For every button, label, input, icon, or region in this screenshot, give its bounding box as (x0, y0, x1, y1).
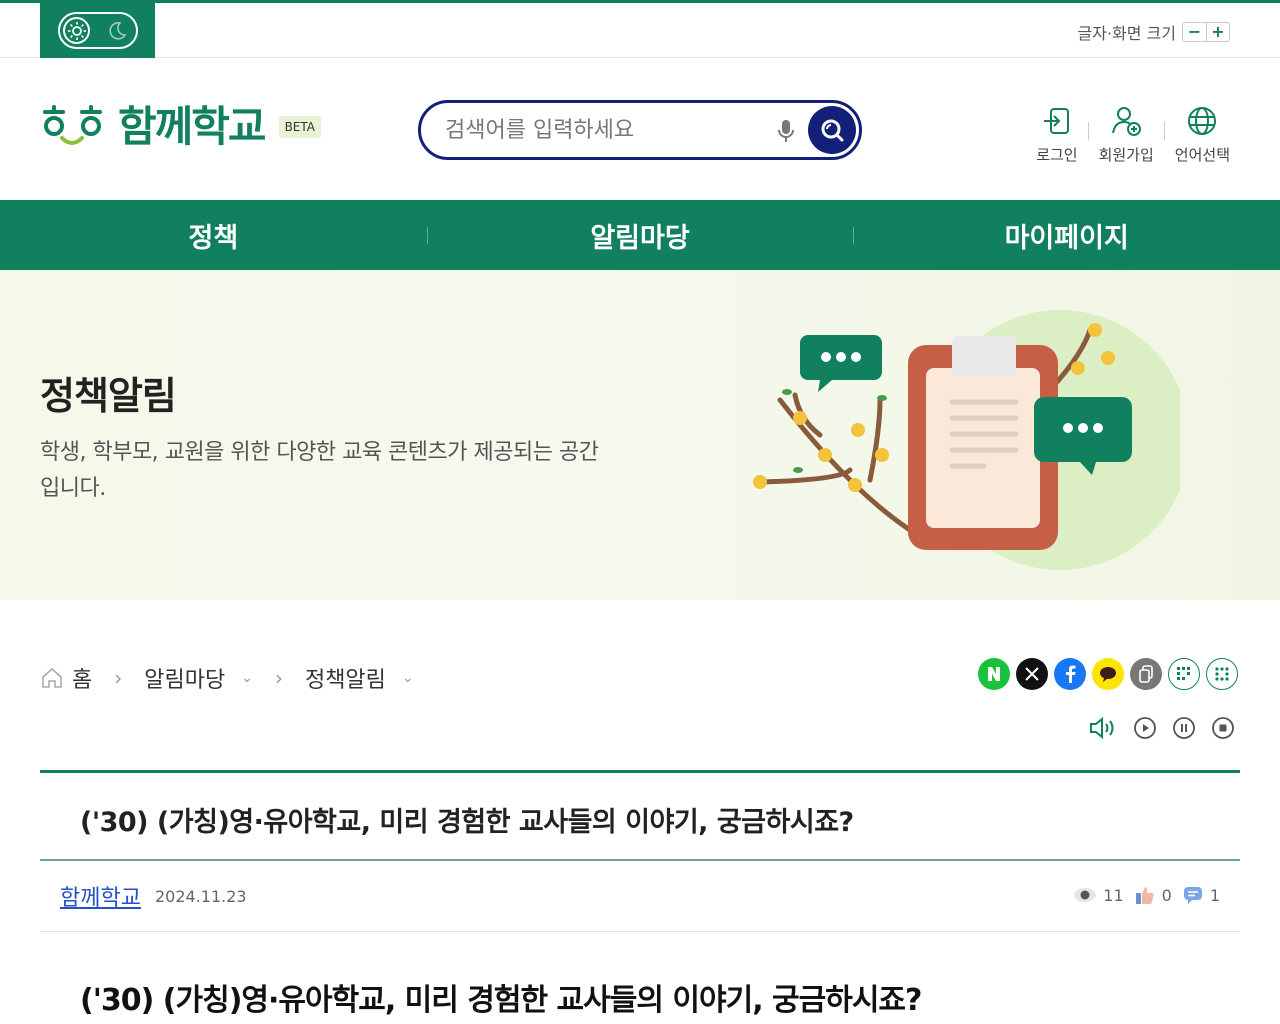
breadcrumb-level2-label: 정책알림 (304, 668, 386, 693)
qr-code-icon[interactable] (1168, 658, 1200, 690)
header-links: 로그인 회원가입 언어선택 (1026, 104, 1240, 165)
meta-divider (40, 931, 1240, 932)
likes-count: 0 (1161, 885, 1172, 905)
signup-link[interactable]: 회원가입 (1089, 104, 1164, 165)
home-icon (42, 667, 62, 688)
header: 함께학교 BETA 로그인 (0, 58, 1280, 200)
theme-toggle[interactable] (58, 12, 138, 49)
theme-toggle-area (40, 3, 155, 58)
views-stat: 11 (1073, 885, 1124, 905)
logo[interactable]: 함께학교 BETA (40, 102, 321, 152)
share-buttons (978, 658, 1238, 690)
logo-mark-icon (43, 105, 102, 145)
article-meta: 함께학교 2024.11.23 (60, 880, 247, 912)
breadcrumb-level1[interactable]: 알림마당 ⌄ (144, 662, 253, 694)
login-link[interactable]: 로그인 (1026, 104, 1087, 165)
breadcrumb-home-label: 홈 (72, 668, 93, 693)
x-share-icon[interactable] (1016, 658, 1048, 690)
search-icon (821, 119, 844, 142)
article-stats: 11 0 1 (1073, 884, 1220, 906)
search-box (418, 100, 862, 160)
article-body-heading: ('30) (가칭)영·유아학교, 미리 경험한 교사들의 이야기, 궁금하시죠… (80, 983, 922, 1018)
clipboard-illustration (753, 310, 1180, 570)
logo-text: 함께학교 (118, 102, 267, 151)
nav-item-mypage[interactable]: 마이페이지 (853, 200, 1280, 270)
font-size-label: 글자·화면 크기 (1077, 24, 1177, 43)
font-size-control: 글자·화면 크기 − + (1077, 20, 1230, 44)
speaker-icon[interactable] (1088, 716, 1118, 740)
moon-icon (109, 22, 127, 40)
views-count: 11 (1103, 885, 1124, 905)
breadcrumb-home[interactable]: 홈 (40, 662, 92, 694)
utility-bar: 글자·화면 크기 − + (0, 0, 1280, 58)
hero-banner: 정책알림 학생, 학부모, 교원을 위한 다양한 교육 콘텐츠가 제공되는 공간… (0, 270, 1280, 600)
chevron-right-icon: › (274, 666, 283, 690)
tts-controls (1088, 716, 1235, 740)
pause-icon[interactable] (1172, 716, 1196, 740)
comments-count: 1 (1209, 885, 1220, 905)
comment-icon (1183, 887, 1202, 904)
article-title: ('30) (가칭)영·유아학교, 미리 경험한 교사들의 이야기, 궁금하시죠… (80, 807, 854, 838)
font-decrease-button[interactable]: − (1183, 23, 1206, 41)
article-divider (40, 859, 1240, 861)
play-icon[interactable] (1133, 716, 1157, 740)
beta-badge: BETA (278, 116, 321, 138)
search-input[interactable] (445, 115, 765, 145)
chevron-down-icon: ⌄ (241, 670, 253, 686)
language-label: 언어선택 (1174, 146, 1230, 164)
sun-icon (63, 17, 90, 44)
page-title: 정책알림 (40, 374, 177, 418)
signup-label: 회원가입 (1098, 146, 1154, 164)
eye-icon (1074, 888, 1097, 902)
breadcrumb-level2[interactable]: 정책알림 ⌄ (305, 662, 414, 694)
page-description: 학생, 학부모, 교원을 위한 다양한 교육 콘텐츠가 제공되는 공간입니다. (40, 440, 599, 501)
naver-share-icon[interactable] (978, 658, 1010, 690)
likes-stat[interactable]: 0 (1134, 884, 1172, 906)
article-author-link[interactable]: 함께학교 (60, 880, 141, 912)
chevron-down-icon: ⌄ (401, 670, 414, 686)
nav-item-policy[interactable]: 정책 (0, 200, 427, 270)
stop-icon[interactable] (1211, 716, 1235, 740)
copy-link-icon[interactable] (1130, 658, 1162, 690)
microphone-icon[interactable] (775, 118, 797, 144)
user-add-icon (1112, 107, 1142, 136)
chevron-right-icon: › (114, 666, 123, 690)
article-top-border (40, 770, 1240, 773)
globe-icon (1188, 107, 1217, 135)
language-link[interactable]: 언어선택 (1165, 104, 1240, 165)
kakao-share-icon[interactable] (1092, 658, 1124, 690)
article-date: 2024.11.23 (154, 886, 247, 906)
nav-item-notice[interactable]: 알림마당 (426, 200, 854, 270)
font-increase-button[interactable]: + (1206, 23, 1229, 41)
breadcrumb: 홈 › 알림마당 ⌄ › 정책알림 ⌄ (40, 662, 414, 694)
comments-stat: 1 (1182, 884, 1220, 906)
main-navigation: 정책 알림마당 마이페이지 (0, 200, 1280, 270)
login-label: 로그인 (1036, 146, 1078, 164)
facebook-share-icon[interactable] (1054, 658, 1086, 690)
login-icon (1043, 108, 1069, 134)
breadcrumb-level1-label: 알림마당 (144, 668, 226, 693)
print-icon[interactable] (1206, 658, 1238, 690)
thumbs-up-icon (1135, 887, 1154, 904)
search-button[interactable] (808, 106, 856, 154)
